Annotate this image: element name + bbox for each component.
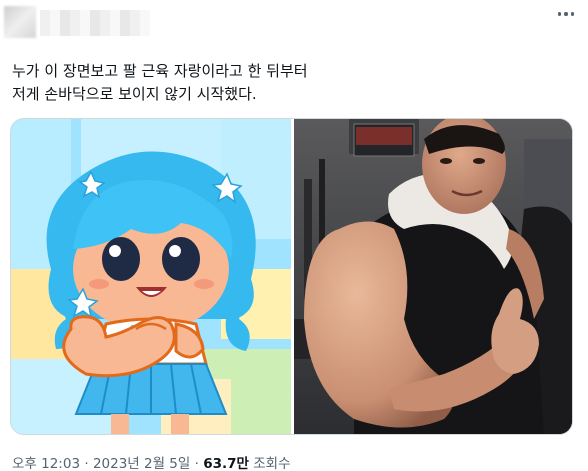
tweet-text-line: 누가 이 장면보고 팔 근육 자랑이라고 한 뒤부터 xyxy=(12,62,308,80)
avatar[interactable] xyxy=(4,6,36,38)
tweet-media[interactable] xyxy=(10,118,573,435)
views-label: 조회수 xyxy=(253,456,291,471)
more-icon[interactable] xyxy=(554,6,578,22)
tweet-time[interactable]: 오후 12:03 xyxy=(12,456,80,471)
media-image-cartoon[interactable] xyxy=(11,119,291,434)
cartoon-illustration xyxy=(11,119,291,434)
tweet-text-line: 저게 손바닥으로 보이지 않기 시작했다. xyxy=(12,85,257,103)
views-count[interactable]: 63.7만 xyxy=(203,456,249,471)
tweet-meta: 오후 12:03 · 2023년 2월 5일 · 63.7만 조회수 xyxy=(12,452,291,471)
meta-separator: · xyxy=(194,456,199,471)
tweet-text: 누가 이 장면보고 팔 근육 자랑이라고 한 뒤부터 저게 손바닥으로 보이지 … xyxy=(12,60,572,106)
author-name-redacted[interactable] xyxy=(40,10,150,36)
tweet-date[interactable]: 2023년 2월 5일 xyxy=(93,456,190,471)
tweet-header xyxy=(0,0,588,50)
media-image-photo[interactable] xyxy=(294,119,572,434)
meta-separator: · xyxy=(84,456,89,471)
gym-photo xyxy=(294,119,572,434)
